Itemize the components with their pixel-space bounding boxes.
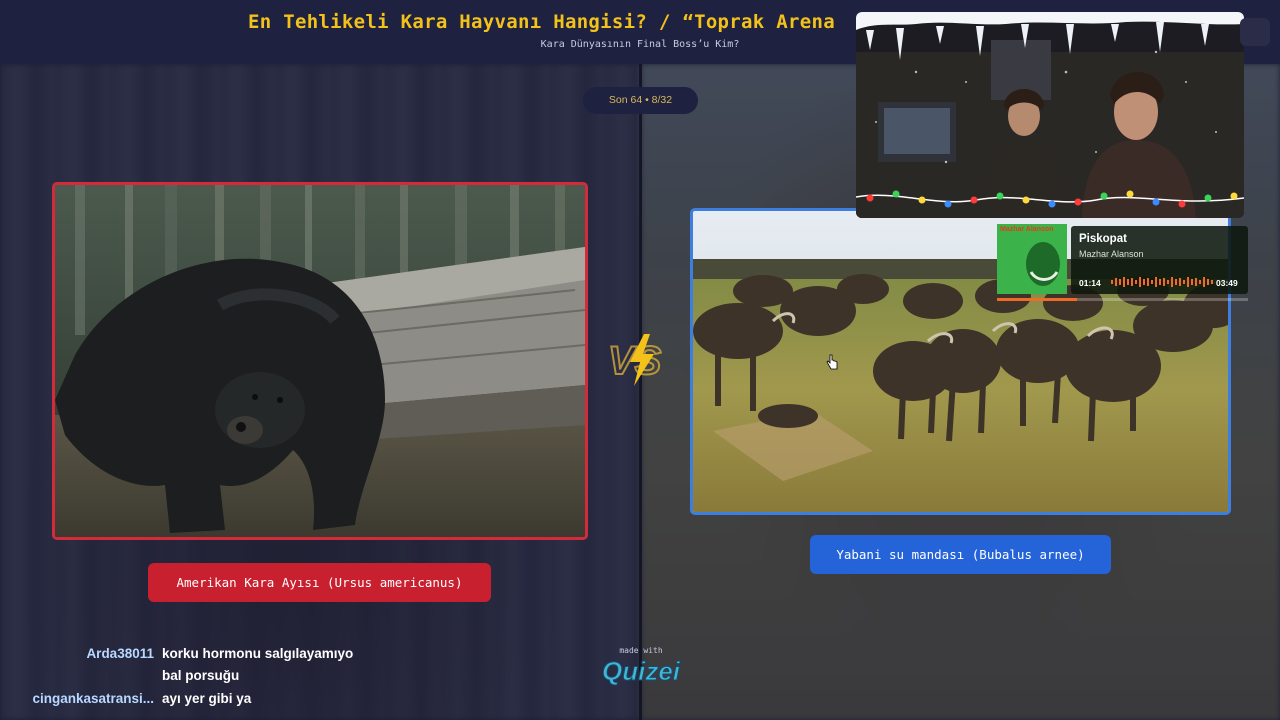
track-artist: Mazhar Alanson <box>1079 249 1144 259</box>
hand-cursor-icon <box>826 354 838 370</box>
center-divider <box>639 64 642 720</box>
chat-text: bal porsuğu <box>162 668 240 683</box>
track-title: Piskopat <box>1079 233 1127 245</box>
elapsed-time: 01:14 <box>1079 278 1101 288</box>
quizei-logo[interactable]: Quizei <box>598 654 684 688</box>
quiz-stage: En Tehlikeli Kara Hayvanı Hangisi? / “To… <box>0 0 1280 720</box>
option-card-left[interactable] <box>52 182 588 540</box>
track-progress-bar <box>997 298 1248 301</box>
chat-message: Arda38011 korku hormonu salgılayamıyo <box>0 646 420 668</box>
now-playing-widget: Mazhar Alanson Piskopat Mazhar Alanson 0… <box>997 224 1248 304</box>
chat-message: cingankasatransi... ayı yer gibi ya <box>0 691 420 713</box>
total-time: 03:49 <box>1216 278 1238 288</box>
track-progress-fill <box>997 298 1078 301</box>
option-label-left[interactable]: Amerikan Kara Ayısı (Ursus americanus) <box>148 563 491 602</box>
chat-username: cingankasatransi... <box>32 691 154 706</box>
svg-text:Quizei: Quizei <box>602 656 681 686</box>
waveform-icon <box>1111 277 1213 287</box>
webcam-overlay <box>856 12 1244 218</box>
settings-corner-icon[interactable] <box>1240 18 1270 46</box>
vs-lightning-icon: VS <box>607 334 663 386</box>
chat-text: korku hormonu salgılayamıyo <box>162 646 354 661</box>
round-indicator: Son 64 • 8/32 <box>583 87 698 114</box>
track-info-panel: Piskopat Mazhar Alanson 01:14 03:49 <box>1071 226 1248 294</box>
bear-image <box>55 185 585 537</box>
webcam-feed <box>856 12 1244 218</box>
chat-message: bal porsuğu <box>0 668 420 690</box>
chat-username: Arda38011 <box>86 646 154 661</box>
album-art-icon <box>1026 242 1060 286</box>
album-cover: Mazhar Alanson <box>997 224 1067 294</box>
chat-text: ayı yer gibi ya <box>162 691 252 706</box>
option-label-right[interactable]: Yabani su mandası (Bubalus arnee) <box>810 535 1111 574</box>
